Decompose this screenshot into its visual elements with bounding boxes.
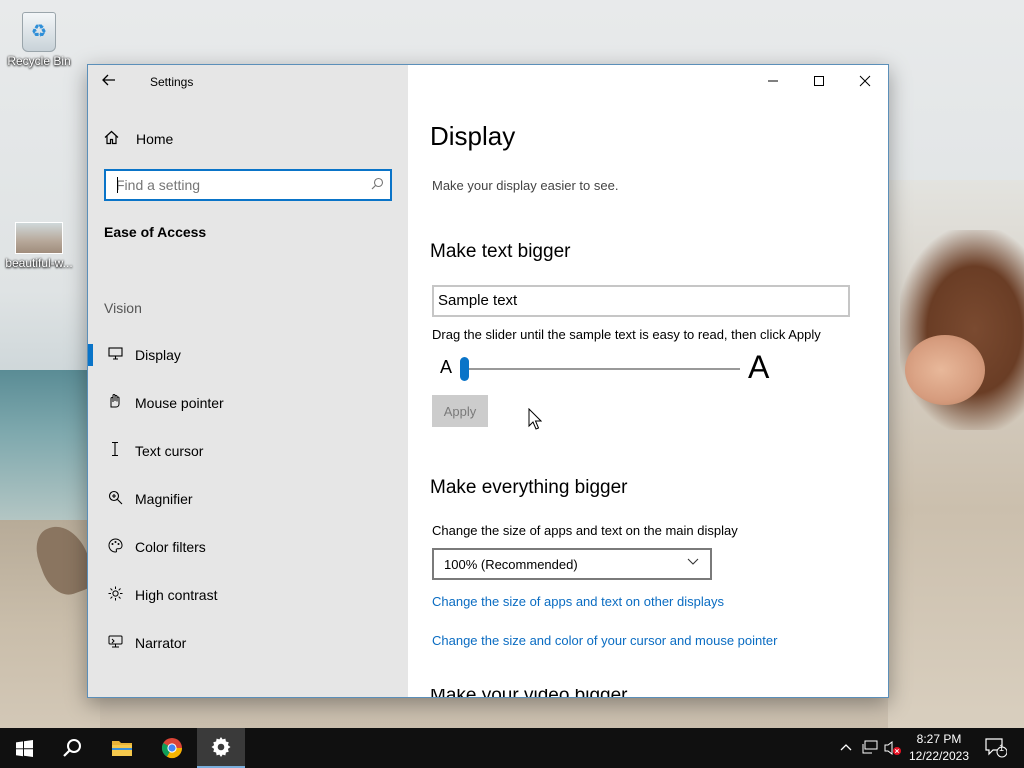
- desktop-icon-recycle-bin[interactable]: Recycle Bin: [1, 12, 77, 68]
- slider-min-label: A: [440, 357, 453, 377]
- chrome-icon: [161, 738, 183, 759]
- item-indicator: [88, 440, 93, 462]
- slider-thumb[interactable]: [460, 357, 469, 381]
- clock-date: 12/22/2023: [908, 749, 970, 763]
- sidebar-section-title: Ease of Access: [104, 224, 207, 240]
- slider-max-label: A: [748, 349, 770, 385]
- chevron-up-icon[interactable]: [840, 742, 852, 752]
- settings-sidebar: Settings Home Ease of Access Vision Disp…: [88, 65, 408, 697]
- minimize-icon: [768, 80, 778, 82]
- desktop-icon-label: beautiful-w...: [5, 256, 73, 270]
- next-section-heading: Make your video bigger: [430, 689, 630, 697]
- taskbar: 8:27 PM 12/22/2023 1: [0, 728, 1024, 768]
- sidebar-item-high-contrast[interactable]: High contrast: [88, 575, 408, 615]
- notification-count: 1: [999, 743, 1005, 753]
- scale-instruction: Change the size of apps and text on the …: [432, 523, 738, 538]
- search-icon[interactable]: [364, 177, 390, 193]
- section-heading-text-bigger: Make text bigger: [430, 241, 571, 262]
- desktop-icon-image-file[interactable]: beautiful-w...: [1, 216, 77, 270]
- file-explorer-icon: [112, 741, 132, 756]
- clock-time: 8:27 PM: [916, 732, 962, 746]
- close-button[interactable]: [842, 65, 888, 97]
- sidebar-item-label: High contrast: [135, 587, 218, 603]
- close-icon: [859, 75, 871, 87]
- page-description: Make your display easier to see.: [432, 178, 619, 193]
- sidebar-item-label: Magnifier: [135, 491, 193, 507]
- taskbar-file-explorer[interactable]: [98, 728, 146, 768]
- maximize-button[interactable]: [796, 65, 842, 97]
- maximize-icon: [814, 76, 824, 86]
- taskbar-clock[interactable]: 8:27 PM 12/22/2023: [904, 731, 974, 765]
- settings-content: Display Make your display easier to see.…: [408, 65, 888, 697]
- sidebar-item-color-filters[interactable]: Color filters: [88, 527, 408, 567]
- windows-start-icon: [15, 739, 33, 757]
- active-indicator: [88, 344, 93, 366]
- settings-gear-icon: [211, 737, 231, 757]
- home-icon: [104, 130, 122, 149]
- slider-instruction: Drag the slider until the sample text is…: [432, 327, 821, 342]
- sidebar-item-home[interactable]: Home: [104, 129, 173, 149]
- link-other-displays[interactable]: Change the size of apps and text on othe…: [432, 594, 724, 609]
- network-icon[interactable]: [862, 740, 878, 754]
- start-button[interactable]: [0, 728, 48, 768]
- item-indicator: [88, 488, 93, 510]
- sidebar-item-label: Home: [136, 131, 174, 147]
- text-cursor-icon: [105, 441, 125, 461]
- sun-icon: [105, 586, 125, 605]
- slider-track[interactable]: [462, 368, 740, 370]
- monitor-icon: [105, 346, 125, 364]
- search-icon: [63, 739, 81, 757]
- item-indicator: [88, 632, 93, 654]
- sidebar-group-label: Vision: [104, 300, 142, 316]
- sidebar-item-display[interactable]: Display: [88, 335, 408, 375]
- text-caret: [117, 177, 118, 193]
- image-file-icon: [15, 222, 63, 254]
- sidebar-item-label: Text cursor: [135, 443, 204, 459]
- back-button[interactable]: [102, 73, 122, 93]
- scale-dropdown-value: 100% (Recommended): [444, 556, 578, 572]
- narrator-icon: [105, 634, 125, 653]
- mouse-pointer-icon: [105, 393, 125, 413]
- sidebar-item-mouse-pointer[interactable]: Mouse pointer: [88, 383, 408, 423]
- search-input[interactable]: [106, 172, 364, 198]
- notification-center-button[interactable]: 1: [976, 728, 1016, 768]
- wallpaper-sea: [0, 370, 100, 530]
- text-size-slider[interactable]: A A: [432, 349, 778, 385]
- item-indicator: [88, 584, 93, 606]
- back-arrow-icon: [102, 74, 115, 86]
- search-box[interactable]: [104, 169, 392, 201]
- settings-window: Settings Home Ease of Access Vision Disp…: [87, 64, 889, 698]
- scale-dropdown[interactable]: 100% (Recommended): [432, 548, 712, 580]
- volume-muted-icon[interactable]: [884, 740, 902, 756]
- section-heading-everything-bigger: Make everything bigger: [430, 477, 628, 498]
- sidebar-item-label: Narrator: [135, 635, 187, 651]
- magnifier-icon: [105, 490, 125, 509]
- sidebar-item-magnifier[interactable]: Magnifier: [88, 479, 408, 519]
- sidebar-item-label: Display: [135, 347, 181, 363]
- sidebar-item-narrator[interactable]: Narrator: [88, 623, 408, 663]
- wallpaper-face: [905, 335, 985, 405]
- chevron-down-icon: [686, 554, 700, 571]
- apply-button[interactable]: Apply: [432, 395, 488, 427]
- mouse-cursor-icon: [528, 408, 542, 430]
- recycle-bin-icon: [22, 12, 56, 52]
- window-title: Settings: [150, 75, 194, 89]
- sample-text-box: Sample text: [432, 285, 850, 317]
- sidebar-item-label: Color filters: [135, 539, 206, 555]
- palette-icon: [105, 537, 125, 557]
- taskbar-settings[interactable]: [197, 728, 245, 768]
- sidebar-item-label: Mouse pointer: [135, 395, 224, 411]
- link-cursor-pointer[interactable]: Change the size and color of your cursor…: [432, 633, 777, 648]
- desktop-icon-label: Recycle Bin: [7, 54, 71, 68]
- minimize-button[interactable]: [750, 65, 796, 97]
- sidebar-item-text-cursor[interactable]: Text cursor: [88, 431, 408, 471]
- page-title: Display: [430, 121, 516, 151]
- item-indicator: [88, 536, 93, 558]
- taskbar-chrome[interactable]: [148, 728, 196, 768]
- taskbar-search-button[interactable]: [48, 728, 96, 768]
- item-indicator: [88, 392, 93, 414]
